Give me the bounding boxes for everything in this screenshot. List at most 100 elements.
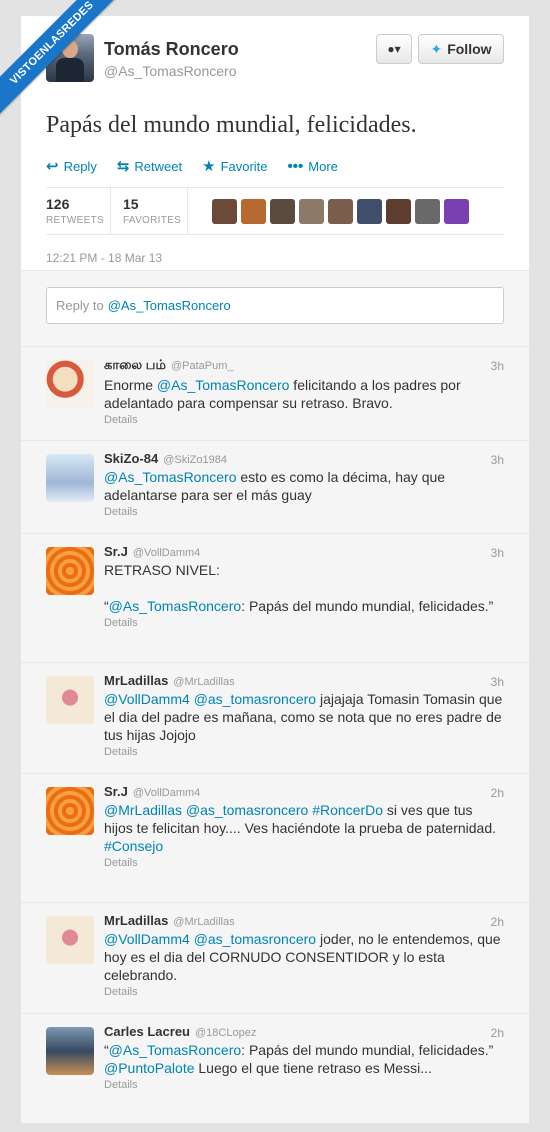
reply-avatar[interactable]	[46, 454, 94, 502]
reply-handle[interactable]: @PataPum_	[171, 360, 234, 372]
retweet-label: Retweet	[134, 158, 183, 174]
reply-header: MrLadillas @MrLadillas	[104, 673, 504, 688]
more-label: More	[308, 158, 338, 174]
reply-time[interactable]: 3h	[491, 546, 504, 560]
details-link[interactable]: Details	[104, 857, 504, 869]
favorite-count: 15	[123, 196, 139, 212]
reply-item[interactable]: 3h SkiZo-84 @SkiZo1984 @As_TomasRoncero …	[21, 440, 529, 533]
favorite-stat[interactable]: 15 FAVORITES	[123, 187, 188, 235]
reply-text: @VollDamm4 @as_tomasroncero joder, no le…	[104, 930, 504, 984]
reply-handle[interactable]: @VollDamm4	[133, 547, 200, 559]
reply-avatar[interactable]	[46, 916, 94, 964]
reply-handle[interactable]: @SkiZo1984	[163, 454, 227, 466]
hashtag-link[interactable]: #Consejo	[104, 838, 163, 854]
mention-link[interactable]: @as_tomasroncero	[186, 802, 308, 818]
reply-text: @As_TomasRoncero esto es como la décima,…	[104, 468, 504, 504]
details-link[interactable]: Details	[104, 506, 504, 518]
reply-text: RETRASO NIVEL: “@As_TomasRoncero: Papás …	[104, 561, 504, 615]
favoriter-avatars	[212, 198, 469, 224]
follow-button[interactable]: ✦ Follow	[418, 34, 504, 64]
reply-name[interactable]: SkiZo-84	[104, 451, 158, 466]
favoriter-avatar[interactable]	[212, 198, 237, 224]
reply-area: Reply to @As_TomasRoncero	[21, 270, 529, 346]
reply-text: “@As_TomasRoncero: Papás del mundo mundi…	[104, 1041, 504, 1077]
reply-time[interactable]: 2h	[491, 1026, 504, 1040]
mention-link[interactable]: @MrLadillas	[104, 802, 182, 818]
hashtag-link[interactable]: #RoncerDo	[312, 802, 383, 818]
reply-name[interactable]: MrLadillas	[104, 673, 168, 688]
reply-name[interactable]: காலை பம்	[104, 357, 166, 374]
favoriter-avatar[interactable]	[299, 198, 324, 224]
favoriter-avatar[interactable]	[357, 198, 382, 224]
mention-link[interactable]: @as_tomasroncero	[194, 931, 316, 947]
reply-avatar[interactable]	[46, 676, 94, 724]
reply-time[interactable]: 2h	[491, 786, 504, 800]
tweet-actions: ↩ Reply ⇆ Retweet ★ Favorite ••• More	[46, 157, 504, 176]
favorite-count-label: FAVORITES	[123, 215, 182, 226]
reply-name[interactable]: Sr.J	[104, 544, 128, 559]
favorite-button[interactable]: ★ Favorite	[202, 157, 267, 175]
mention-link[interactable]: @As_TomasRoncero	[104, 469, 237, 485]
favoriter-avatar[interactable]	[328, 198, 353, 224]
star-icon: ★	[202, 158, 216, 175]
reply-handle[interactable]: @18CLopez	[195, 1027, 256, 1039]
reply-header: SkiZo-84 @SkiZo1984	[104, 451, 504, 466]
reply-handle[interactable]: @VollDamm4	[133, 787, 200, 799]
details-link[interactable]: Details	[104, 617, 504, 629]
reply-avatar[interactable]	[46, 1027, 94, 1075]
mention-link[interactable]: @PuntoPalote	[104, 1060, 195, 1076]
reply-handle[interactable]: @MrLadillas	[173, 916, 234, 928]
follow-label: Follow	[447, 41, 492, 57]
reply-time[interactable]: 3h	[491, 359, 504, 373]
more-button[interactable]: ••• More	[288, 157, 338, 175]
details-link[interactable]: Details	[104, 1079, 504, 1091]
mention-link[interactable]: @As_TomasRoncero	[109, 598, 242, 614]
details-link[interactable]: Details	[104, 746, 504, 758]
reply-name[interactable]: Carles Lacreu	[104, 1024, 190, 1039]
mention-link[interactable]: @As_TomasRoncero	[157, 377, 290, 393]
mention-link[interactable]: @as_tomasroncero	[194, 691, 316, 707]
bird-icon: ✦	[430, 40, 443, 57]
reply-text-part: : Papás del mundo mundial, felicidades.”	[241, 598, 494, 614]
reply-header: Sr.J @VollDamm4	[104, 784, 504, 799]
reply-item[interactable]: 2h MrLadillas @MrLadillas @VollDamm4 @as…	[21, 902, 529, 1013]
watermark-ribbon: VISTOENLASREDES	[0, 0, 130, 130]
reply-item[interactable]: 3h Sr.J @VollDamm4 RETRASO NIVEL: “@As_T…	[21, 533, 529, 662]
mention-link[interactable]: @VollDamm4	[104, 691, 190, 707]
favoriter-avatar[interactable]	[444, 198, 469, 224]
retweet-stat[interactable]: 126 RETWEETS	[46, 187, 111, 235]
retweet-button[interactable]: ⇆ Retweet	[117, 157, 182, 175]
reply-name[interactable]: MrLadillas	[104, 913, 168, 928]
reply-item[interactable]: 2h Carles Lacreu @18CLopez “@As_TomasRon…	[21, 1013, 529, 1123]
reply-header: MrLadillas @MrLadillas	[104, 913, 504, 928]
reply-avatar[interactable]	[46, 787, 94, 835]
reply-text: Enorme @As_TomasRoncero felicitando a lo…	[104, 376, 504, 412]
tweet-card: Tomás Roncero @As_TomasRoncero ●▾ ✦ Foll…	[21, 16, 529, 1123]
more-dots-icon: •••	[287, 157, 304, 175]
reply-input[interactable]: Reply to @As_TomasRoncero	[46, 287, 504, 324]
reply-button[interactable]: ↩ Reply	[46, 157, 97, 175]
details-link[interactable]: Details	[104, 986, 504, 998]
favoriter-avatar[interactable]	[241, 198, 266, 224]
details-link[interactable]: Details	[104, 414, 504, 426]
reply-text: @MrLadillas @as_tomasroncero #RoncerDo s…	[104, 801, 504, 855]
reply-item[interactable]: 3h MrLadillas @MrLadillas @VollDamm4 @as…	[21, 662, 529, 773]
user-actions-button[interactable]: ●▾	[376, 34, 412, 64]
mention-link[interactable]: @VollDamm4	[104, 931, 190, 947]
reply-quote: “@As_TomasRoncero: Papás del mundo mundi…	[104, 597, 504, 615]
favoriter-avatar[interactable]	[270, 198, 295, 224]
reply-time[interactable]: 2h	[491, 915, 504, 929]
reply-time[interactable]: 3h	[491, 675, 504, 689]
retweet-icon: ⇆	[116, 158, 130, 175]
reply-handle[interactable]: @MrLadillas	[173, 676, 234, 688]
favoriter-avatar[interactable]	[386, 198, 411, 224]
reply-name[interactable]: Sr.J	[104, 784, 128, 799]
reply-avatar[interactable]	[46, 547, 94, 595]
favoriter-avatar[interactable]	[415, 198, 440, 224]
reply-time[interactable]: 3h	[491, 453, 504, 467]
reply-item[interactable]: 3h காலை பம் @PataPum_ Enorme @As_TomasRo…	[21, 346, 529, 440]
reply-item[interactable]: 2h Sr.J @VollDamm4 @MrLadillas @as_tomas…	[21, 773, 529, 902]
tweet-timestamp[interactable]: 12:21 PM - 18 Mar 13	[46, 251, 504, 265]
reply-avatar[interactable]	[46, 360, 94, 408]
mention-link[interactable]: @As_TomasRoncero	[109, 1042, 242, 1058]
